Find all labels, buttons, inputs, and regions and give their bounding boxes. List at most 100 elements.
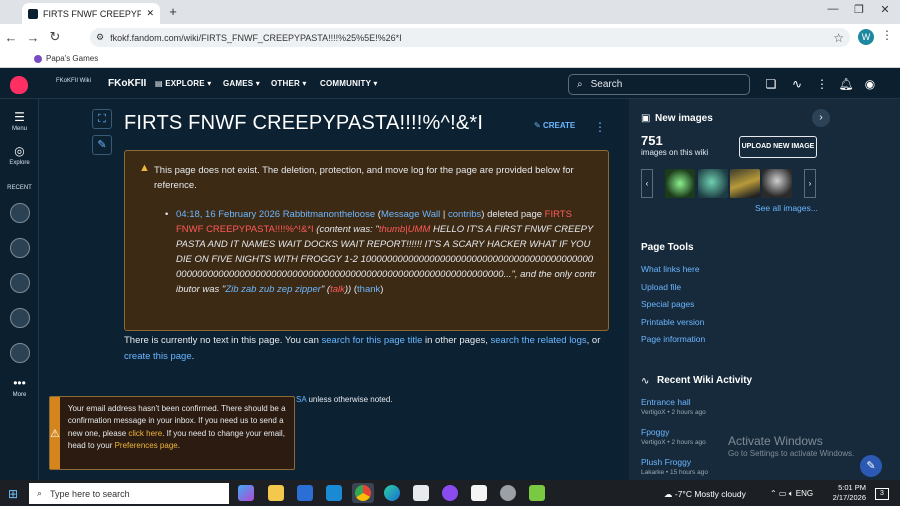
app-icon[interactable] — [529, 485, 545, 501]
page-information-link[interactable]: Page information — [641, 334, 705, 344]
printable-version-link[interactable]: Printable version — [641, 317, 704, 327]
nav-games[interactable]: GAMES ▾ — [223, 79, 260, 88]
see-all-images-link[interactable]: See all images... — [755, 203, 818, 213]
recent-wiki-avatar[interactable] — [10, 203, 30, 223]
carousel-next-button[interactable]: › — [804, 169, 816, 198]
security-icon[interactable] — [413, 485, 429, 501]
fullscreen-icon[interactable]: ⛶ — [92, 109, 112, 129]
user-account-icon[interactable]: ◉ — [862, 77, 878, 93]
file-explorer-icon[interactable] — [268, 485, 284, 501]
chrome-icon[interactable] — [355, 485, 371, 501]
profile-avatar[interactable]: W — [858, 29, 874, 45]
wiki-logo[interactable]: FKoKFII Wiki — [56, 78, 100, 92]
content-thumb-link[interactable]: thumb|UMM — [379, 224, 431, 235]
bookmark-favicon-icon — [34, 54, 42, 63]
taskbar-search-input[interactable]: ⌕ Type here to search — [29, 483, 229, 504]
app-icon[interactable] — [471, 485, 487, 501]
recent-activity-heading: Recent Wiki Activity — [657, 375, 753, 386]
notifications-bell-icon[interactable]: 🔔︎ — [838, 77, 854, 93]
preferences-link[interactable]: Preferences page — [115, 441, 178, 450]
upload-new-image-button[interactable]: UPLOAD NEW IMAGE — [739, 136, 817, 158]
license-link[interactable]: SA — [296, 395, 306, 404]
discussions-icon[interactable]: ❏ — [763, 77, 779, 93]
nav-explore[interactable]: ▤ EXPLORE ▾ — [155, 79, 211, 88]
search-title-link[interactable]: search for this page title — [322, 335, 423, 346]
browser-menu-icon[interactable]: ⋮ — [880, 28, 894, 42]
email-confirmation-toast[interactable]: ⚠ Your email address hasn't been confirm… — [49, 396, 295, 470]
taskbar-clock[interactable]: 5:01 PM 2/17/2026 — [830, 483, 866, 503]
log-action: deleted page — [487, 209, 543, 220]
wiki-site-name[interactable]: FKoKFII — [108, 78, 146, 89]
tab-favicon-icon — [28, 8, 38, 19]
recent-wiki-avatar[interactable] — [10, 273, 30, 293]
activity-icon[interactable]: ∿ — [789, 77, 805, 93]
new-images-heading: New images — [655, 113, 713, 124]
create-button[interactable]: ✎ CREATE — [534, 121, 575, 130]
edit-pencil-icon[interactable]: ✎ — [92, 135, 112, 155]
activity-item-link[interactable]: Plush Froggy — [641, 457, 691, 467]
tab-close-icon[interactable]: ✕ — [146, 8, 154, 19]
special-pages-link[interactable]: Special pages — [641, 299, 694, 309]
carousel-prev-button[interactable]: ‹ — [641, 169, 653, 198]
rail-explore[interactable]: ◎ Explore — [0, 144, 39, 166]
image-thumbnail[interactable] — [665, 169, 695, 198]
store-icon[interactable] — [297, 485, 313, 501]
new-tab-button[interactable]: + — [166, 4, 180, 20]
edge-icon[interactable] — [384, 485, 400, 501]
image-thumbnail[interactable] — [698, 169, 728, 198]
no-text-message: There is currently no text in this page.… — [124, 335, 601, 362]
activity-item-link[interactable]: Fpoggy — [641, 427, 669, 437]
talk-link[interactable]: talk — [330, 284, 345, 295]
contribs-link[interactable]: contribs — [448, 209, 481, 220]
contributor-link[interactable]: Zib zab zub zep zipper — [225, 284, 321, 295]
image-count: 751 — [641, 133, 663, 148]
forward-icon[interactable]: → — [22, 30, 44, 45]
system-tray[interactable]: ⌃ ▭ 🔈︎ ENG — [770, 489, 813, 499]
what-links-here-link[interactable]: What links here — [641, 264, 700, 274]
image-thumbnail[interactable] — [762, 169, 792, 198]
log-time-link[interactable]: 04:18, 16 February 2026 — [176, 209, 280, 220]
collapse-sidebar-button[interactable]: › — [812, 109, 830, 127]
minimize-button[interactable]: — — [822, 3, 844, 19]
maximize-button[interactable]: ❐ — [848, 3, 870, 19]
more-options-icon[interactable]: ⋮ — [814, 77, 830, 93]
page-actions-icon[interactable]: ⋮ — [594, 120, 606, 134]
message-wall-link[interactable]: Message Wall — [381, 209, 440, 220]
weather-widget[interactable]: ☁ -7°C Mostly cloudy — [664, 489, 746, 500]
rail-more[interactable]: ••• More — [0, 376, 39, 398]
recent-wiki-avatar[interactable] — [10, 343, 30, 363]
search-placeholder: Search — [590, 79, 623, 90]
log-user-link[interactable]: Rabbitmanontheloose — [283, 209, 375, 220]
recent-wiki-avatar[interactable] — [10, 238, 30, 258]
site-info-icon[interactable]: ⚙ — [96, 32, 104, 43]
rail-menu[interactable]: ☰ Menu — [0, 110, 39, 132]
search-logs-link[interactable]: search the related logs — [491, 335, 587, 346]
recent-wiki-avatar[interactable] — [10, 308, 30, 328]
bookmark-papas-games[interactable]: Papa's Games — [46, 54, 98, 63]
windows-start-icon[interactable]: ⊞ — [8, 487, 18, 501]
activity-item-link[interactable]: Entrance hall — [641, 397, 691, 407]
upload-file-link[interactable]: Upload file — [641, 282, 681, 292]
app-icon[interactable] — [442, 485, 458, 501]
mail-icon[interactable] — [326, 485, 342, 501]
nav-community[interactable]: COMMUNITY ▾ — [320, 79, 378, 88]
notification-center-icon[interactable]: 3 — [875, 488, 889, 500]
settings-gear-icon[interactable] — [500, 485, 516, 501]
create-page-link[interactable]: create this page — [124, 351, 192, 362]
fandom-logo-icon[interactable] — [10, 76, 28, 94]
quick-edit-fab-icon[interactable]: ✎ — [860, 455, 882, 477]
toast-message: Your email address hasn't been confirmed… — [67, 404, 286, 450]
browser-tab[interactable]: FIRTS FNWF CREEPYPASTA!!!!%^!&*I ✕ — [22, 3, 160, 24]
content-label: (content was: " — [316, 224, 379, 235]
bookmark-star-icon[interactable]: ☆ — [833, 31, 844, 45]
thank-link[interactable]: thank — [357, 284, 380, 295]
copilot-icon[interactable] — [238, 485, 254, 501]
resend-email-link[interactable]: click here — [128, 429, 162, 438]
reload-icon[interactable]: ↻ — [44, 29, 66, 45]
back-icon[interactable]: ← — [0, 30, 22, 45]
image-thumbnail[interactable] — [730, 169, 760, 198]
close-window-button[interactable]: ✕ — [874, 3, 896, 19]
address-bar[interactable]: ⚙ fkokf.fandom.com/wiki/FIRTS_FNWF_CREEP… — [90, 28, 850, 47]
wiki-search-input[interactable]: ⌕ Search — [568, 74, 750, 95]
nav-other[interactable]: OTHER ▾ — [271, 79, 307, 88]
